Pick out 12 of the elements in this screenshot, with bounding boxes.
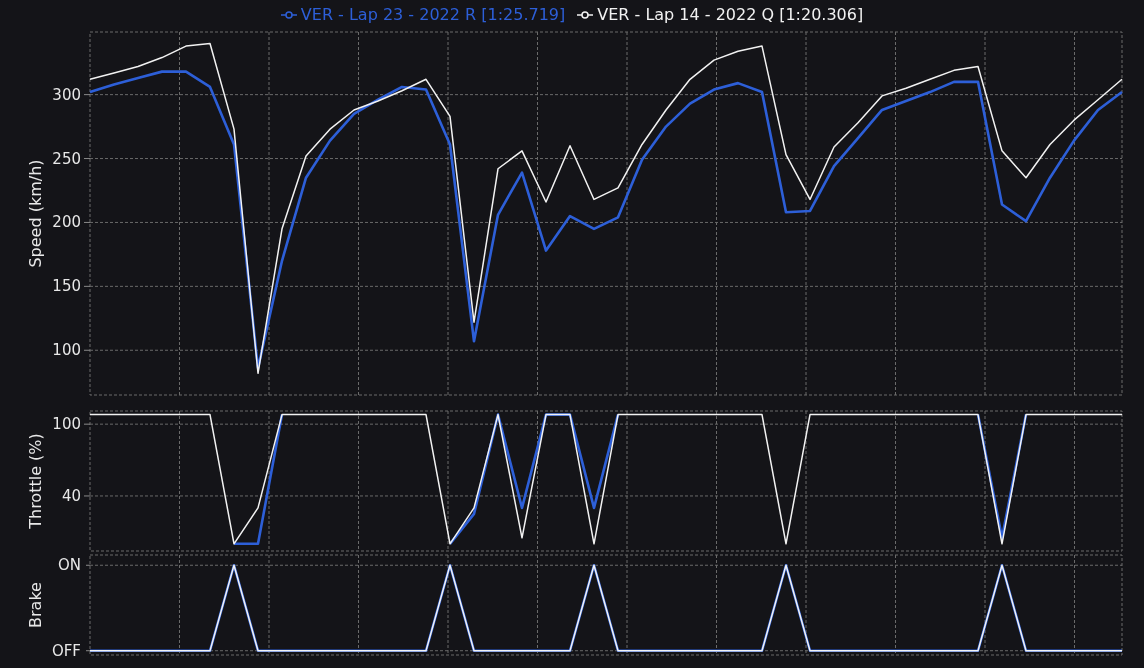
axis-title: Speed (km/h) [26, 159, 45, 268]
axis-tick-label: 300 [52, 85, 81, 104]
axis-tick-label: 200 [52, 213, 81, 232]
axis-tick-label: 100 [52, 341, 81, 360]
axis-tick-label: 250 [52, 149, 81, 168]
axis-tick-label: 40 [61, 486, 81, 505]
axis-tick-label: 150 [52, 277, 81, 296]
axis-tick-label: 100 [52, 415, 81, 434]
axis-tick-label: OFF [51, 641, 81, 660]
axis-tick-label: ON [57, 556, 81, 575]
axis-title: Throttle (%) [26, 433, 45, 529]
axis-title: Brake [26, 582, 45, 628]
